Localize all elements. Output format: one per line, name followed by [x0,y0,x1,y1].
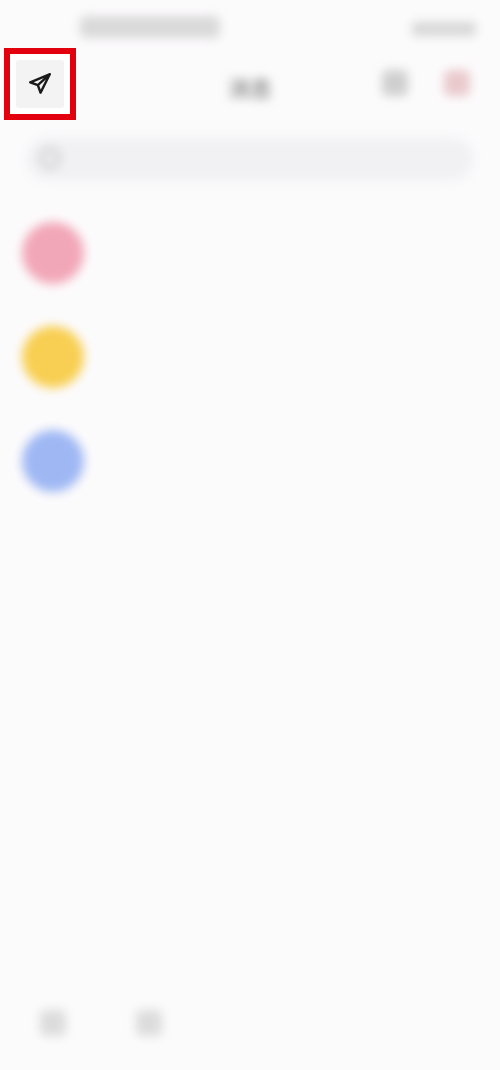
contacts-icon[interactable] [382,70,408,96]
list-item[interactable] [0,408,500,512]
avatar [22,222,84,284]
nav-icon [40,1010,66,1036]
list-item[interactable] [0,304,500,408]
screen: 消息 [0,0,500,1070]
list-item[interactable] [0,200,500,304]
avatar [22,430,84,492]
bottom-nav [0,1000,500,1070]
status-battery [412,22,476,36]
nav-item-1[interactable] [28,1010,78,1042]
avatar [22,326,84,388]
nav-item-2[interactable] [124,1010,174,1042]
paper-plane-icon [29,73,51,94]
status-time [80,16,220,38]
status-bar [0,8,500,48]
send-button-highlight[interactable] [4,48,76,120]
nav-icon [136,1010,162,1036]
search-input[interactable] [26,137,474,181]
add-icon[interactable] [444,70,470,96]
send-button[interactable] [16,60,64,108]
search-icon [40,148,60,168]
blurred-background-app: 消息 [0,0,500,1070]
message-list [0,200,500,512]
